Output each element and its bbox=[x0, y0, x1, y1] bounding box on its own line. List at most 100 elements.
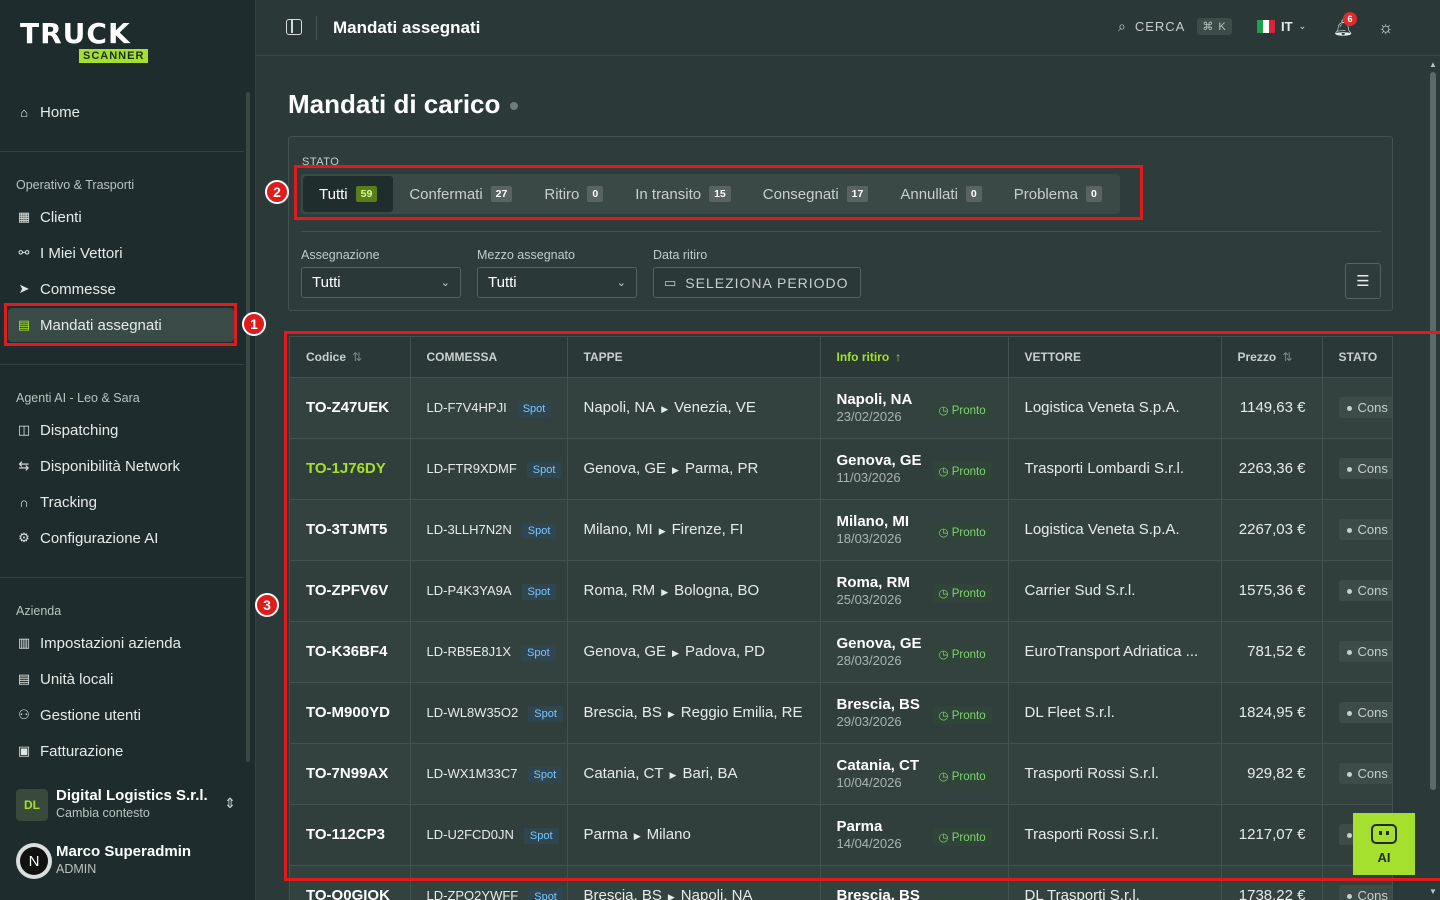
filter-panel: STATO Tutti 59 Confermati 27 Ritiro 0 In tr… bbox=[288, 136, 1393, 311]
search-button[interactable]: ⌕ CERCA ⌘ K bbox=[1118, 18, 1232, 35]
sidebar-item-clienti[interactable]: ▦ Clienti bbox=[8, 200, 234, 234]
status-dot bbox=[1346, 894, 1352, 900]
user-name: Marco Superadmin bbox=[56, 843, 192, 860]
avatar-initial: N bbox=[20, 847, 48, 875]
sidebar-item-configurazione-ai[interactable]: ⚙ Configurazione AI bbox=[8, 521, 234, 555]
annotation-marker-1: 1 bbox=[242, 312, 266, 336]
sidebar-item-label: Home bbox=[40, 103, 81, 121]
topbar-title: Mandati assegnati bbox=[333, 18, 481, 37]
language-label: IT bbox=[1281, 19, 1293, 34]
sidebar-item-label: Fatturazione bbox=[40, 742, 124, 760]
sidebar-item-gestione-utenti[interactable]: ⚇ Gestione utenti bbox=[8, 698, 234, 732]
status-badge: Cons bbox=[1338, 885, 1392, 900]
status-label: Cons bbox=[1357, 888, 1388, 900]
sidebar-item-label: Dispatching bbox=[40, 421, 119, 439]
assegnazione-label: Assegnazione bbox=[301, 248, 380, 262]
user-role: ADMIN bbox=[56, 862, 97, 876]
sidebar-item-tracking[interactable]: ∩ Tracking bbox=[8, 485, 234, 519]
sliders-icon[interactable]: ☰ bbox=[1345, 263, 1381, 299]
date-range-label: SELEZIONA PERIODO bbox=[685, 274, 849, 291]
robot-icon: ◫ bbox=[17, 422, 31, 437]
sidebar-item-dispatching[interactable]: ◫ Dispatching bbox=[8, 413, 234, 447]
annotation-box-1 bbox=[4, 303, 237, 346]
route-from: Brescia, BS bbox=[583, 887, 662, 900]
mezzo-select[interactable]: Tutti ⌄ bbox=[477, 267, 637, 298]
panel-divider bbox=[301, 231, 1381, 232]
assegnazione-select[interactable]: Tutti ⌄ bbox=[301, 267, 461, 298]
sidebar: TRUCK SCANNER ⌂ Home Operativo & Traspor… bbox=[0, 0, 256, 900]
status-dot bbox=[510, 102, 519, 111]
page-title-text: Mandati di carico bbox=[288, 89, 501, 119]
italy-flag-icon bbox=[1257, 20, 1275, 33]
scroll-up-icon[interactable]: ▲ bbox=[1429, 60, 1437, 69]
section-label-azienda: Azienda bbox=[16, 604, 62, 618]
search-icon: ⌕ bbox=[1118, 18, 1127, 34]
route-to: Napoli, NA bbox=[680, 887, 753, 900]
calendar-icon: ▭ bbox=[664, 274, 678, 290]
avatar: N bbox=[16, 843, 52, 879]
ready-badge: ◷ Pronto bbox=[932, 896, 992, 900]
search-shortcut: ⌘ K bbox=[1197, 18, 1232, 35]
scroll-down-icon[interactable]: ▼ bbox=[1429, 887, 1437, 896]
building-icon: ▦ bbox=[17, 209, 31, 224]
org-switcher[interactable]: DL Digital Logistics S.r.l. Cambia conte… bbox=[16, 787, 244, 821]
sidebar-item-label: Clienti bbox=[40, 208, 82, 226]
network-icon: ⚯ bbox=[18, 245, 30, 260]
org-name: Digital Logistics S.r.l. bbox=[56, 787, 208, 804]
truckscanner-logo[interactable]: TRUCK SCANNER bbox=[20, 20, 164, 66]
sidebar-divider bbox=[0, 151, 244, 152]
sidebar-item-vettori[interactable]: ⚯ I Miei Vettori bbox=[8, 236, 234, 270]
mezzo-label: Mezzo assegnato bbox=[477, 248, 575, 262]
gear-icon: ⚙ bbox=[18, 530, 30, 545]
sidebar-item-label: Tracking bbox=[40, 493, 97, 511]
sidebar-item-unita-locali[interactable]: ▤ Unità locali bbox=[8, 662, 234, 696]
topbar: Mandati assegnati ⌕ CERCA ⌘ K IT ⌄ 🔔︎ 6 … bbox=[256, 0, 1440, 56]
sidebar-divider bbox=[0, 364, 244, 365]
arrows-icon: ⇆ bbox=[18, 458, 30, 473]
sidebar-item-label: Impostazioni azienda bbox=[40, 634, 181, 652]
notification-count: 6 bbox=[1343, 12, 1357, 26]
chevron-updown-icon: ⇕ bbox=[224, 795, 236, 811]
data-ritiro-label: Data ritiro bbox=[653, 248, 708, 262]
home-icon: ⌂ bbox=[20, 104, 28, 120]
sidebar-item-disponibilita[interactable]: ⇆ Disponibilità Network bbox=[8, 449, 234, 483]
annotation-marker-3: 3 bbox=[255, 593, 279, 617]
spot-badge: Spot bbox=[528, 889, 563, 900]
annotation-marker-2: 2 bbox=[265, 180, 289, 204]
sidebar-item-label: Configurazione AI bbox=[40, 529, 159, 547]
sidebar-item-fatturazione[interactable]: ▣ Fatturazione bbox=[8, 734, 234, 768]
row-commessa: LD-ZPO2YWFF bbox=[426, 888, 519, 900]
date-range-picker[interactable]: ▭ SELEZIONA PERIODO bbox=[653, 267, 861, 298]
sidebar-item-impostazioni[interactable]: ▥ Impostazioni azienda bbox=[8, 626, 234, 660]
select-value: Tutti bbox=[488, 274, 517, 291]
users-icon: ⚇ bbox=[18, 707, 30, 722]
headset-icon: ∩ bbox=[19, 494, 29, 510]
select-value: Tutti bbox=[312, 274, 341, 291]
org-badge: DL bbox=[16, 789, 48, 821]
topbar-separator bbox=[316, 16, 317, 40]
sidebar-item-label: I Miei Vettori bbox=[40, 244, 123, 262]
language-selector[interactable]: IT ⌄ bbox=[1257, 19, 1306, 34]
sidebar-item-label: Gestione utenti bbox=[40, 706, 141, 724]
chevron-down-icon: ⌄ bbox=[1298, 21, 1307, 31]
page-title: Mandati di carico bbox=[288, 89, 519, 120]
search-label: CERCA bbox=[1134, 19, 1186, 34]
sidebar-item-home[interactable]: ⌂ Home bbox=[8, 95, 234, 129]
sidebar-divider bbox=[0, 577, 244, 578]
annotation-box-3 bbox=[284, 331, 1440, 881]
user-profile[interactable]: N Marco Superadmin ADMIN bbox=[16, 843, 244, 883]
section-label-agenti: Agenti AI - Leo & Sara bbox=[16, 391, 140, 405]
theme-toggle-sun-icon[interactable]: ☼ bbox=[1378, 18, 1394, 38]
row-code: TO-O0GIOK bbox=[306, 887, 390, 900]
building-icon: ▥ bbox=[17, 635, 31, 650]
notifications-button[interactable]: 🔔︎ 6 bbox=[1333, 12, 1357, 38]
logo-subtext: SCANNER bbox=[79, 49, 149, 63]
row-price: 1738,22 € bbox=[1238, 887, 1306, 900]
annotation-box-2 bbox=[294, 165, 1143, 220]
sidebar-scrollbar[interactable] bbox=[246, 92, 250, 762]
sidebar-item-label: Commesse bbox=[40, 280, 116, 298]
sidebar-toggle-icon[interactable] bbox=[286, 19, 302, 35]
sidebar-item-label: Disponibilità Network bbox=[40, 457, 181, 475]
building-icon: ▤ bbox=[17, 671, 31, 686]
sidebar-item-commesse[interactable]: ➤ Commesse bbox=[8, 272, 234, 306]
